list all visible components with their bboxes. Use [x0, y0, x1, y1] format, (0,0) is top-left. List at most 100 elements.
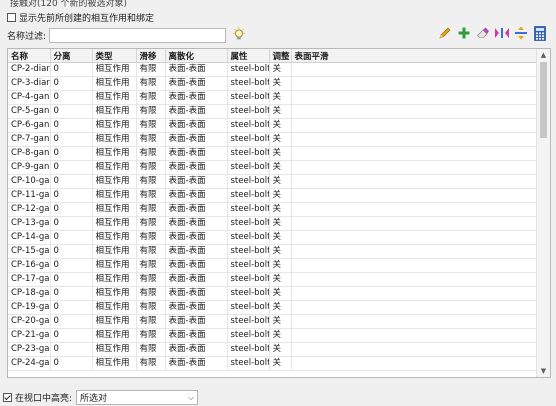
table-cell[interactable]: 0	[50, 230, 93, 245]
table-cell[interactable]: steel-bolt	[227, 174, 270, 189]
table-cell[interactable]	[291, 244, 536, 259]
table-cell[interactable]: CP-20-ga	[8, 314, 51, 329]
table-row[interactable]: CP-16-ga 0 相互作用 有限 表面-表面 steel-bolt 关	[8, 258, 536, 273]
column-header[interactable]: 离散化	[165, 49, 228, 63]
table-cell[interactable]: steel-bolt	[227, 216, 270, 231]
table-cell[interactable]: 表面-表面	[165, 342, 228, 357]
table-cell[interactable]: steel-bolt	[227, 328, 270, 343]
column-header[interactable]: 属性	[227, 49, 270, 63]
table-cell[interactable]: 有限	[136, 132, 166, 147]
table-cell[interactable]: steel-bolt	[227, 244, 270, 259]
table-cell[interactable]: 有限	[136, 146, 166, 161]
table-cell[interactable]: steel-bolt	[227, 272, 270, 287]
scrollbar-thumb[interactable]	[540, 62, 547, 138]
table-cell[interactable]: 相互作用	[92, 202, 137, 217]
table-cell[interactable]: steel-bolt	[227, 62, 270, 77]
table-row[interactable]: CP-13-ga 0 相互作用 有限 表面-表面 steel-bolt 关	[8, 216, 536, 231]
table-cell[interactable]: 有限	[136, 356, 166, 371]
table-cell[interactable]: 0	[50, 216, 93, 231]
table-cell[interactable]: 有限	[136, 76, 166, 91]
table-cell[interactable]	[291, 286, 536, 301]
table-cell[interactable]: 0	[50, 132, 93, 147]
table-cell[interactable]: 表面-表面	[165, 90, 228, 105]
table-cell[interactable]: 相互作用	[92, 342, 137, 357]
table-cell[interactable]: 关	[269, 90, 292, 105]
table-row[interactable]: CP-9-gan 0 相互作用 有限 表面-表面 steel-bolt 关	[8, 160, 536, 175]
table-cell[interactable]: 关	[269, 230, 292, 245]
table-cell[interactable]: 0	[50, 104, 93, 119]
table-cell[interactable]	[291, 174, 536, 189]
show-previous-checkbox[interactable]	[7, 13, 16, 22]
table-cell[interactable]: steel-bolt	[227, 230, 270, 245]
table-cell[interactable]: 有限	[136, 272, 166, 287]
table-cell[interactable]: 有限	[136, 328, 166, 343]
table-cell[interactable]: 0	[50, 118, 93, 133]
table-cell[interactable]: 0	[50, 244, 93, 259]
table-cell[interactable]	[291, 202, 536, 217]
table-cell[interactable]: 表面-表面	[165, 104, 228, 119]
table-cell[interactable]: 表面-表面	[165, 244, 228, 259]
table-cell[interactable]: CP-23-ga	[8, 342, 51, 357]
table-cell[interactable]: 相互作用	[92, 160, 137, 175]
table-cell[interactable]: 相互作用	[92, 188, 137, 203]
table-cell[interactable]: CP-12-ga	[8, 202, 51, 217]
table-cell[interactable]: 有限	[136, 202, 166, 217]
name-filter-input[interactable]	[49, 27, 227, 43]
table-cell[interactable]: 有限	[136, 104, 166, 119]
table-cell[interactable]: 关	[269, 160, 292, 175]
table-cell[interactable]: 相互作用	[92, 76, 137, 91]
table-cell[interactable]: 有限	[136, 216, 166, 231]
table-cell[interactable]: CP-21-ga	[8, 328, 51, 343]
table-cell[interactable]: 相互作用	[92, 258, 137, 273]
table-cell[interactable]: 表面-表面	[165, 286, 228, 301]
table-cell[interactable]	[291, 76, 536, 91]
column-header[interactable]: 表面平滑	[291, 49, 536, 63]
table-cell[interactable]: CP-24-ga	[8, 356, 51, 371]
table-cell[interactable]: 表面-表面	[165, 76, 228, 91]
table-row[interactable]: CP-10-ga 0 相互作用 有限 表面-表面 steel-bolt 关	[8, 174, 536, 189]
table-cell[interactable]: CP-3-diar	[8, 76, 51, 91]
table-row[interactable]: CP-11-ga 0 相互作用 有限 表面-表面 steel-bolt 关	[8, 188, 536, 203]
table-cell[interactable]	[291, 300, 536, 315]
table-row[interactable]: CP-18-ga 0 相互作用 有限 表面-表面 steel-bolt 关	[8, 286, 536, 301]
table-row[interactable]: CP-19-ga 0 相互作用 有限 表面-表面 steel-bolt 关	[8, 300, 536, 315]
table-cell[interactable]: steel-bolt	[227, 76, 270, 91]
table-cell[interactable]: 关	[269, 62, 292, 77]
table-cell[interactable]: 表面-表面	[165, 230, 228, 245]
table-cell[interactable]: CP-15-ga	[8, 244, 51, 259]
table-cell[interactable]: 关	[269, 342, 292, 357]
table-cell[interactable]	[291, 342, 536, 357]
table-cell[interactable]: 关	[269, 188, 292, 203]
column-header[interactable]: 滑移	[136, 49, 166, 63]
table-cell[interactable]: 表面-表面	[165, 258, 228, 273]
table-cell[interactable]: 表面-表面	[165, 146, 228, 161]
table-cell[interactable]: 关	[269, 356, 292, 371]
table-cell[interactable]: steel-bolt	[227, 118, 270, 133]
table-cell[interactable]: 0	[50, 90, 93, 105]
table-cell[interactable]: 0	[50, 286, 93, 301]
table-cell[interactable]	[291, 118, 536, 133]
vertical-scrollbar[interactable]: ▲ ▼	[536, 49, 550, 377]
table-cell[interactable]: steel-bolt	[227, 146, 270, 161]
calculator-icon[interactable]	[532, 25, 548, 41]
table-row[interactable]: CP-7-gan 0 相互作用 有限 表面-表面 steel-bolt 关	[8, 132, 536, 147]
table-cell[interactable]: 0	[50, 328, 93, 343]
table-cell[interactable]: steel-bolt	[227, 300, 270, 315]
table-cell[interactable]: 相互作用	[92, 62, 137, 77]
table-cell[interactable]: 0	[50, 146, 93, 161]
table-cell[interactable]: 表面-表面	[165, 216, 228, 231]
table-cell[interactable]: CP-4-gan	[8, 90, 51, 105]
table-cell[interactable]: 有限	[136, 342, 166, 357]
table-cell[interactable]: CP-9-gan	[8, 160, 51, 175]
table-cell[interactable]: 有限	[136, 174, 166, 189]
table-cell[interactable]: 表面-表面	[165, 356, 228, 371]
table-cell[interactable]: 有限	[136, 244, 166, 259]
table-cell[interactable]: 关	[269, 104, 292, 119]
table-row[interactable]: CP-4-gan 0 相互作用 有限 表面-表面 steel-bolt 关	[8, 90, 536, 105]
table-cell[interactable]: CP-8-gan	[8, 146, 51, 161]
lightbulb-icon[interactable]	[232, 27, 246, 43]
table-row[interactable]: CP-14-ga 0 相互作用 有限 表面-表面 steel-bolt 关	[8, 230, 536, 245]
table-cell[interactable]: 关	[269, 286, 292, 301]
table-cell[interactable]: steel-bolt	[227, 286, 270, 301]
table-row[interactable]: CP-24-ga 0 相互作用 有限 表面-表面 steel-bolt 关	[8, 356, 536, 371]
